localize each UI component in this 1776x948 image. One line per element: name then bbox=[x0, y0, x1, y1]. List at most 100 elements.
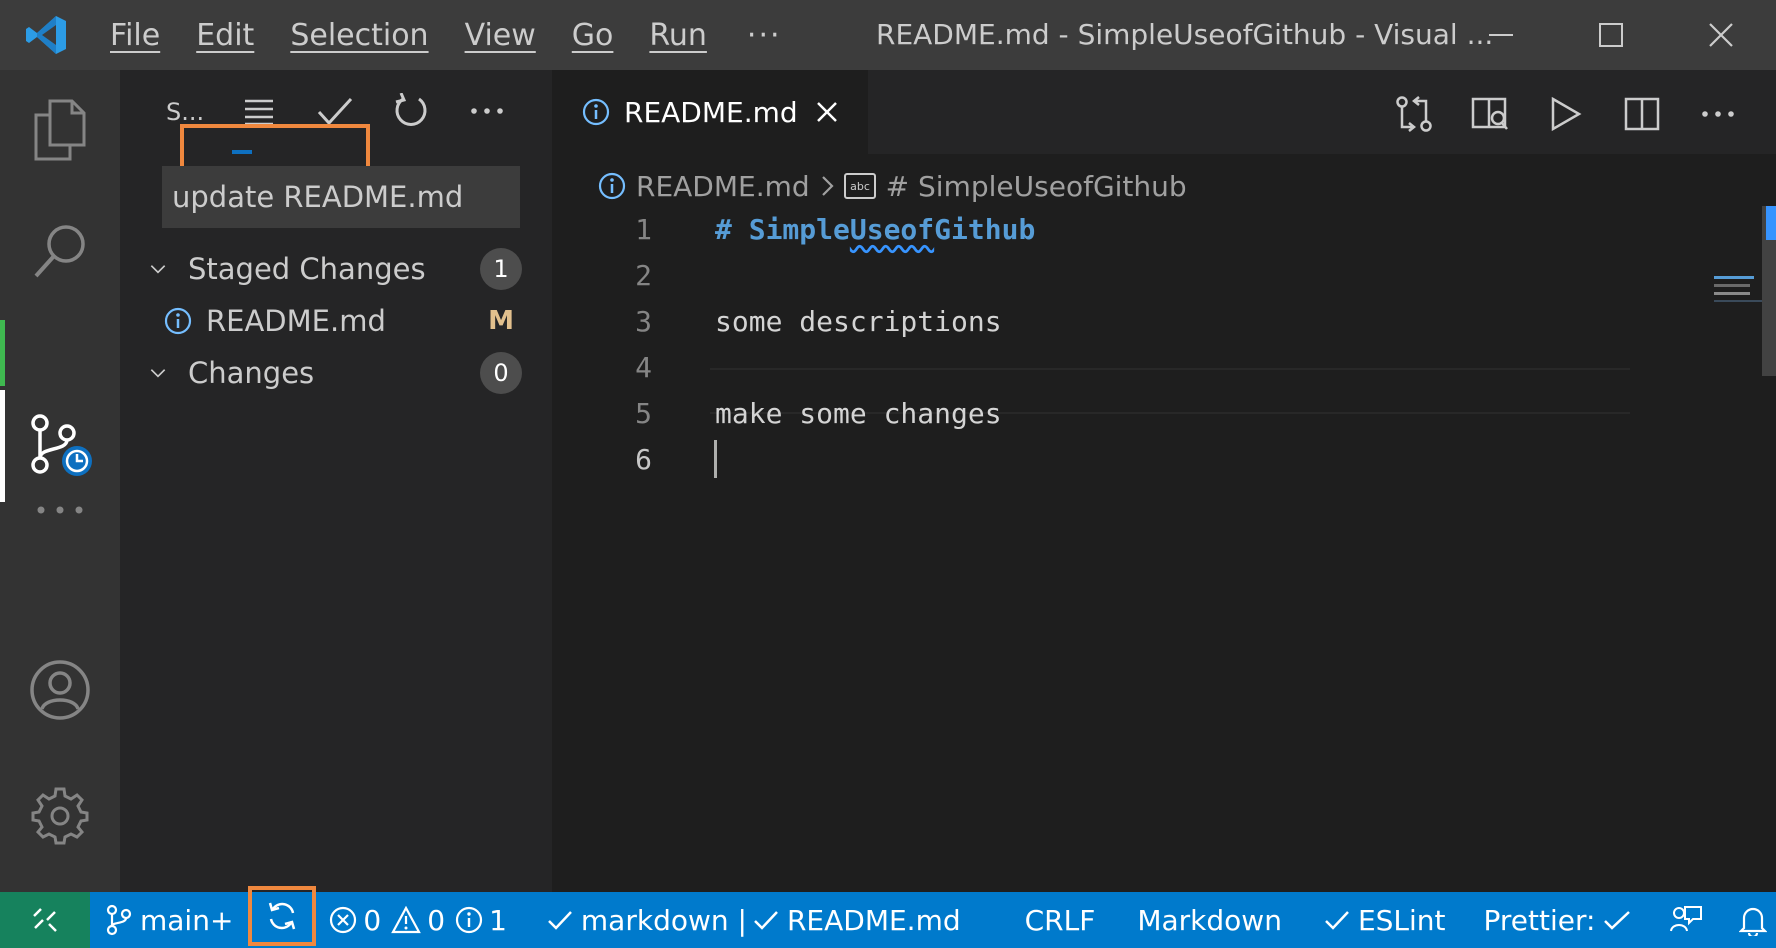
list-icon bbox=[245, 99, 273, 125]
commit-message-input[interactable]: update README.md bbox=[162, 166, 520, 228]
menu-file[interactable]: File bbox=[92, 18, 178, 53]
staged-changes-label: Staged Changes bbox=[188, 252, 426, 286]
text-cursor bbox=[714, 440, 717, 478]
spelling-warning-word: Useof bbox=[849, 212, 935, 246]
close-icon bbox=[816, 102, 837, 122]
tab-label: README.md bbox=[624, 95, 798, 129]
window-title: README.md - SimpleUseofGithub - Visual .… bbox=[876, 18, 1494, 51]
branch-indicator[interactable]: main+ bbox=[106, 892, 233, 948]
activity-accounts[interactable] bbox=[0, 630, 120, 750]
refresh-icon bbox=[395, 93, 427, 126]
open-preview-to-side-button[interactable] bbox=[1462, 86, 1518, 142]
explorer-icon bbox=[34, 99, 86, 161]
modified-status: M bbox=[488, 306, 514, 336]
activity-more[interactable] bbox=[0, 450, 120, 570]
eslint-indicator[interactable]: ESLint bbox=[1324, 892, 1446, 948]
refresh-button[interactable] bbox=[386, 86, 436, 136]
sidebar-title: S... bbox=[166, 98, 205, 126]
code-line: 2 bbox=[552, 252, 1632, 298]
window-controls bbox=[1446, 0, 1776, 70]
prettier-indicator[interactable]: Prettier: bbox=[1484, 892, 1632, 948]
language-mode-selector[interactable]: Markdown bbox=[1137, 892, 1282, 948]
more-actions-button[interactable] bbox=[462, 86, 512, 136]
lint-label: markdown | bbox=[580, 903, 747, 937]
tab-readme[interactable]: README.md bbox=[552, 70, 868, 154]
staged-file-name: README.md bbox=[206, 304, 386, 338]
bell-icon bbox=[1739, 907, 1768, 936]
close-icon bbox=[1709, 23, 1733, 47]
heading-text-start: # Simple bbox=[715, 212, 850, 246]
run-button[interactable] bbox=[1538, 86, 1594, 142]
search-icon bbox=[34, 225, 85, 278]
menu-selection[interactable]: Selection bbox=[272, 18, 446, 53]
check-icon bbox=[548, 911, 572, 930]
info-icon bbox=[164, 307, 192, 335]
menu-go[interactable]: Go bbox=[554, 18, 632, 53]
menu-edit[interactable]: Edit bbox=[178, 18, 272, 53]
menu-more-button[interactable]: ··· bbox=[725, 18, 804, 53]
minimap[interactable] bbox=[1632, 206, 1762, 876]
line-number: 3 bbox=[635, 304, 652, 338]
compare-changes-icon bbox=[1396, 96, 1432, 132]
notifications-button[interactable] bbox=[1739, 892, 1768, 948]
line-number: 1 bbox=[635, 212, 652, 246]
code-line: 5 make some changes bbox=[552, 390, 1632, 436]
minimap-line bbox=[1714, 284, 1750, 287]
code-line: 1 # SimpleUseofGithub bbox=[552, 206, 1632, 252]
feedback-icon bbox=[1670, 906, 1703, 932]
split-editor-button[interactable] bbox=[1614, 86, 1670, 142]
chevron-down-icon bbox=[120, 365, 166, 381]
title-bar: File Edit Selection View Go Run ··· READ… bbox=[0, 0, 1776, 70]
error-icon bbox=[330, 906, 357, 934]
prettier-label: Prettier: bbox=[1483, 903, 1596, 937]
close-tab-button[interactable] bbox=[816, 101, 838, 123]
minimize-button[interactable] bbox=[1446, 0, 1556, 70]
menu-run[interactable]: Run bbox=[631, 18, 725, 53]
line-content: # SimpleUseofGithub bbox=[715, 213, 1035, 246]
line-number: 2 bbox=[635, 258, 652, 292]
remote-indicator-button[interactable] bbox=[0, 892, 90, 948]
breadcrumb-file[interactable]: README.md bbox=[636, 170, 810, 203]
markdown-lint-indicator[interactable]: markdown | README.md bbox=[547, 892, 961, 948]
sync-icon bbox=[268, 902, 296, 930]
activity-explorer[interactable] bbox=[0, 70, 120, 190]
info-count: 1 bbox=[489, 903, 507, 937]
heading-text-end: Github bbox=[934, 212, 1036, 246]
editor-more-actions-button[interactable] bbox=[1690, 86, 1746, 142]
changes-count-badge: 0 bbox=[480, 352, 522, 394]
chevron-down-icon bbox=[120, 261, 166, 277]
minimap-line bbox=[1714, 292, 1750, 295]
preview-icon bbox=[1471, 97, 1508, 130]
check-icon bbox=[1604, 911, 1631, 930]
maximize-button[interactable] bbox=[1556, 0, 1666, 70]
editor-area: README.md README.md abc # SimpleUseofGit… bbox=[552, 70, 1776, 892]
tab-bar: README.md bbox=[552, 70, 1776, 154]
feedback-button[interactable] bbox=[1669, 892, 1703, 948]
activity-indicator bbox=[0, 320, 5, 386]
activity-settings[interactable] bbox=[0, 756, 120, 876]
open-changes-button[interactable] bbox=[1386, 86, 1442, 142]
warning-count: 0 bbox=[427, 903, 446, 937]
svg-text:abc: abc bbox=[850, 180, 870, 193]
remote-icon bbox=[33, 908, 57, 932]
minimap-line bbox=[1714, 276, 1754, 279]
breadcrumb-symbol[interactable]: # SimpleUseofGithub bbox=[886, 170, 1187, 203]
line-content: some descriptions bbox=[715, 304, 1002, 338]
activity-search[interactable] bbox=[0, 192, 120, 312]
sync-changes-button[interactable] bbox=[248, 886, 316, 946]
changes-header[interactable]: Changes 0 bbox=[120, 348, 552, 398]
checkmark-icon bbox=[317, 97, 353, 126]
split-editor-icon bbox=[1624, 97, 1660, 131]
staged-changes-header[interactable]: Staged Changes 1 bbox=[120, 244, 552, 294]
warning-icon bbox=[391, 906, 422, 934]
minimap-line bbox=[1714, 300, 1762, 302]
problems-indicator[interactable]: 0 0 1 bbox=[329, 892, 507, 948]
git-branch-icon bbox=[106, 904, 132, 936]
string-symbol-icon: abc bbox=[843, 173, 876, 199]
staged-count-badge: 1 bbox=[480, 248, 522, 290]
end-of-line-selector[interactable]: CRLF bbox=[1025, 892, 1096, 948]
menu-view[interactable]: View bbox=[447, 18, 554, 53]
staged-file-row[interactable]: README.md M bbox=[120, 296, 552, 346]
close-window-button[interactable] bbox=[1666, 0, 1776, 70]
breadcrumb: README.md abc # SimpleUseofGithub bbox=[598, 164, 1187, 208]
